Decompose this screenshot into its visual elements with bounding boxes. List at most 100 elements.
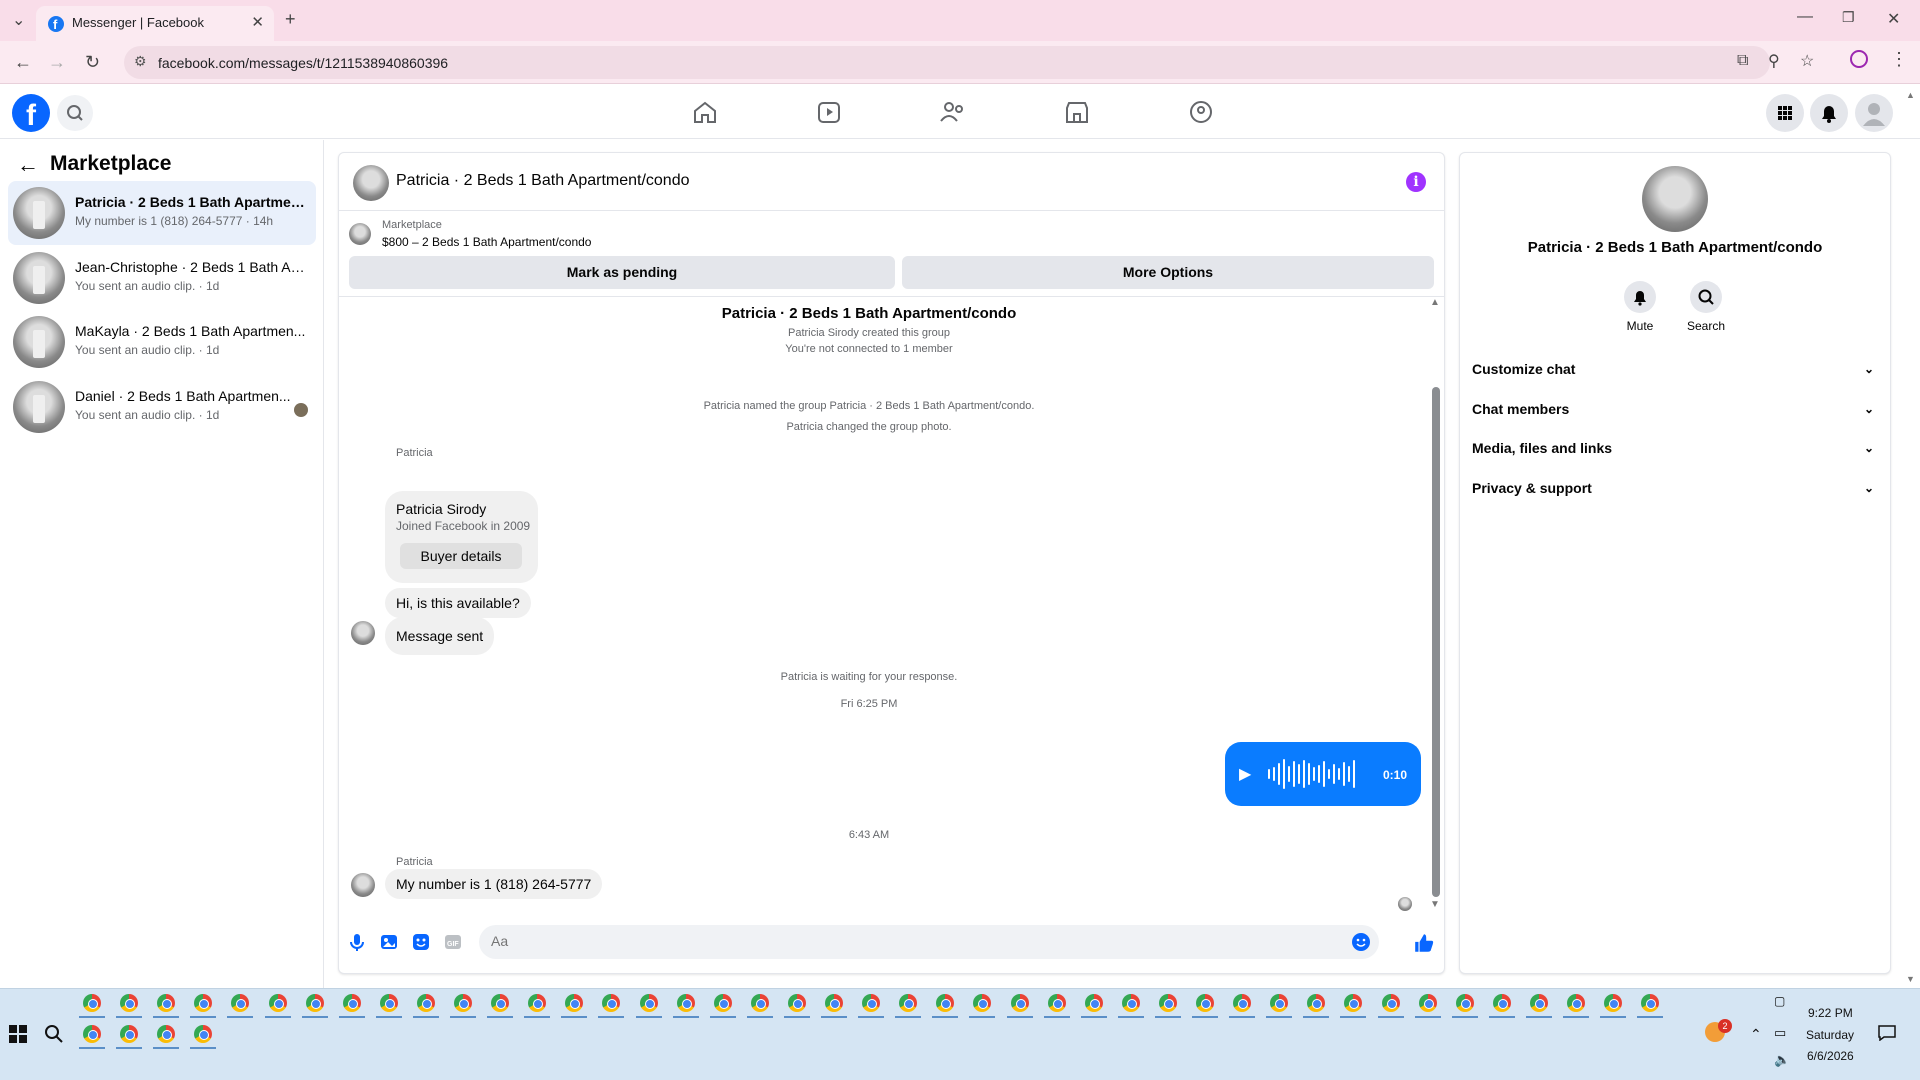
browser-tab[interactable]: Messenger | Facebook ✕ [36, 6, 274, 41]
sender-avatar[interactable] [351, 873, 375, 897]
conversation-item[interactable]: MaKayla · 2 Beds 1 Bath Apartmen... You … [8, 310, 316, 374]
clock-day[interactable]: Saturday [1806, 1028, 1854, 1042]
forward-icon[interactable]: → [48, 52, 66, 73]
scroll-down-icon[interactable]: ▼ [1430, 899, 1440, 910]
media-files-links-section[interactable]: Media, files and links ⌄ [1472, 430, 1878, 466]
site-info-icon[interactable]: ⚙ [134, 53, 147, 70]
microphone-icon[interactable] [347, 932, 367, 952]
taskbar-app-icon[interactable] [1604, 994, 1623, 1012]
info-icon[interactable]: i [1406, 172, 1426, 192]
taskbar-app-icon[interactable] [1455, 994, 1474, 1012]
facebook-search-button[interactable] [57, 95, 93, 131]
thumbs-up-icon[interactable] [1413, 932, 1435, 954]
listing-price[interactable]: $800 – 2 Beds 1 Bath Apartment/condo [382, 235, 591, 249]
message-bubble[interactable]: Message sent [385, 617, 495, 655]
taskbar-app-icon[interactable] [454, 994, 472, 1012]
taskbar-app-icon[interactable] [1381, 994, 1400, 1012]
taskbar-app-icon[interactable] [1084, 994, 1103, 1012]
conversation-item[interactable]: Patricia · 2 Beds 1 Bath Apartment... My… [8, 181, 316, 245]
conversation-item[interactable]: Jean-Christophe · 2 Beds 1 Bath Ap... Yo… [8, 246, 316, 310]
home-icon[interactable] [689, 98, 721, 126]
page-scroll-down-icon[interactable]: ▼ [1906, 974, 1915, 984]
system-tray-chevron-icon[interactable]: ⌃ [1750, 1026, 1762, 1043]
account-avatar[interactable] [1855, 94, 1893, 132]
video-icon[interactable] [813, 98, 845, 126]
bookmark-star-icon[interactable]: ☆ [1800, 51, 1814, 71]
back-arrow-icon[interactable]: ← [17, 152, 39, 178]
taskbar-app-icon[interactable] [1196, 994, 1214, 1012]
address-bar[interactable]: ⚙ facebook.com/messages/t/12115389408603… [124, 46, 1770, 79]
conversation-item[interactable]: Daniel · 2 Beds 1 Bath Apartmen... You s… [8, 375, 316, 439]
taskbar-app-icon[interactable] [194, 1025, 212, 1043]
clock-date[interactable]: 6/6/2026 [1807, 1049, 1854, 1063]
reload-icon[interactable]: ↻ [85, 52, 100, 73]
action-center-icon[interactable] [1878, 1025, 1896, 1041]
taskbar-app-icon[interactable] [305, 994, 324, 1012]
facebook-logo-icon[interactable]: f [12, 94, 50, 132]
group-avatar[interactable] [1642, 166, 1708, 232]
zoom-icon[interactable]: ⚲ [1768, 51, 1780, 71]
taskbar-app-icon[interactable] [120, 1025, 138, 1043]
scroll-up-icon[interactable]: ▲ [1430, 297, 1440, 308]
taskbar-search-icon[interactable] [44, 1024, 64, 1044]
emoji-icon[interactable] [1351, 932, 1371, 952]
taskbar-app-icon[interactable] [491, 994, 510, 1012]
groups-icon[interactable] [1185, 98, 1217, 126]
audio-message[interactable]: ▶ 0:10 [1225, 742, 1421, 806]
system-tray-device-icon[interactable]: ▢ [1774, 994, 1785, 1008]
taskbar-app-icon[interactable] [120, 994, 139, 1012]
taskbar-app-icon[interactable] [639, 994, 658, 1012]
tab-close-icon[interactable]: ✕ [251, 13, 264, 31]
taskbar-app-icon[interactable] [676, 994, 695, 1012]
mute-button[interactable]: Mute [1610, 281, 1670, 333]
taskbar-app-icon[interactable] [157, 1025, 175, 1043]
menu-button[interactable] [1766, 94, 1804, 132]
friends-icon[interactable] [937, 98, 969, 126]
taskbar-app-icon[interactable] [83, 994, 101, 1012]
taskbar-app-icon[interactable] [1010, 994, 1029, 1012]
taskbar-app-icon[interactable] [416, 994, 435, 1012]
taskbar-app-icon[interactable] [1567, 994, 1585, 1012]
marketplace-icon[interactable] [1061, 98, 1093, 126]
network-icon[interactable]: ▭ [1774, 1025, 1786, 1041]
message-input[interactable] [491, 933, 1291, 949]
taskbar-app-icon[interactable] [1492, 994, 1511, 1012]
restore-icon[interactable]: ❐ [1842, 9, 1855, 26]
taskbar-app-icon[interactable] [787, 994, 806, 1012]
taskbar-app-icon[interactable] [1158, 994, 1177, 1012]
profile-icon[interactable] [1850, 50, 1868, 68]
play-icon[interactable]: ▶ [1239, 764, 1251, 784]
sticker-icon[interactable] [411, 932, 431, 952]
tab-search-icon[interactable]: ⌄ [12, 10, 25, 30]
chat-members-section[interactable]: Chat members ⌄ [1472, 391, 1878, 427]
taskbar-app-icon[interactable] [862, 994, 881, 1012]
taskbar-app-icon[interactable] [1529, 994, 1548, 1012]
close-window-icon[interactable]: ✕ [1887, 9, 1900, 29]
taskbar-app-icon[interactable] [1121, 994, 1140, 1012]
chat-title[interactable]: Patricia · 2 Beds 1 Bath Apartment/condo [396, 172, 690, 190]
menu-kebab-icon[interactable]: ⋮ [1890, 49, 1908, 70]
taskbar-app-icon[interactable] [1418, 994, 1437, 1012]
mark-as-pending-button[interactable]: Mark as pending [349, 256, 895, 289]
scrollbar-thumb[interactable] [1432, 387, 1440, 897]
minimize-icon[interactable]: — [1797, 8, 1813, 26]
message-bubble[interactable]: Hi, is this available? [385, 588, 531, 618]
windows-start-icon[interactable] [9, 1025, 27, 1043]
taskbar-app-icon[interactable] [379, 994, 398, 1012]
customize-chat-section[interactable]: Customize chat ⌄ [1472, 351, 1878, 387]
message-input-field[interactable] [479, 925, 1379, 959]
url-text[interactable]: facebook.com/messages/t/1211538940860396 [158, 55, 448, 71]
clock-time[interactable]: 9:22 PM [1808, 1006, 1853, 1020]
install-icon[interactable]: ⧉ [1737, 52, 1748, 70]
taskbar-app-icon[interactable] [825, 994, 843, 1012]
taskbar-app-icon[interactable] [713, 994, 732, 1012]
listing-thumbnail[interactable] [349, 223, 371, 245]
taskbar-app-icon[interactable] [1233, 994, 1252, 1012]
more-options-button[interactable]: More Options [902, 256, 1434, 289]
notifications-button[interactable] [1810, 94, 1848, 132]
volume-icon[interactable]: 🔈 [1774, 1052, 1790, 1068]
photo-icon[interactable] [379, 932, 399, 952]
chat-avatar[interactable] [353, 165, 389, 201]
taskbar-app-icon[interactable] [342, 994, 361, 1012]
buyer-details-button[interactable]: Buyer details [400, 543, 522, 569]
